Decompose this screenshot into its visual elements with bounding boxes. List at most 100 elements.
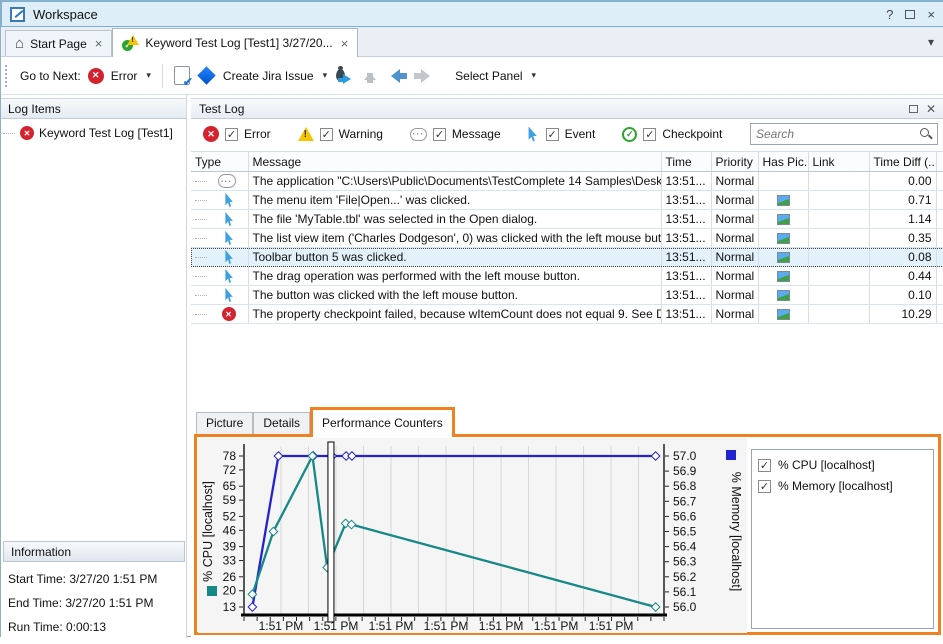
table-row-selected[interactable]: Toolbar button 5 was clicked.13:51...Nor… <box>191 248 943 267</box>
tab-performance-counters[interactable]: Performance Counters <box>310 407 455 437</box>
event-icon <box>225 288 236 302</box>
svg-text:56.1: 56.1 <box>673 585 697 599</box>
forward-arrow-icon[interactable] <box>414 69 437 83</box>
goto-next-label: Go to Next: <box>20 69 81 83</box>
back-arrow-icon[interactable] <box>384 69 407 83</box>
home-icon: ⌂ <box>15 36 24 51</box>
table-row[interactable]: The property checkpoint failed, because … <box>191 305 943 324</box>
col-priority[interactable]: Priority <box>711 152 758 172</box>
col-time-diff[interactable]: Time Diff (... <box>869 152 936 172</box>
event-icon <box>225 193 236 207</box>
table-row[interactable]: The list view item ('Charles Dodgeson', … <box>191 229 943 248</box>
svg-text:1:51 PM: 1:51 PM <box>424 619 469 633</box>
log-items-panel: Log Items ✕ Keyword Test Log [Test1] Inf… <box>1 95 187 638</box>
error-checkbox[interactable] <box>225 128 238 141</box>
col-time[interactable]: Time <box>661 152 711 172</box>
col-has-picture[interactable]: Has Pic... <box>758 152 808 172</box>
log-item-label: Keyword Test Log [Test1] <box>39 126 173 140</box>
svg-text:56.6: 56.6 <box>673 509 697 523</box>
log-item-keyword-test-log[interactable]: ✕ Keyword Test Log [Test1] <box>1 119 186 140</box>
information-panel: Information Start Time: 3/27/20 1:51 PM … <box>1 541 187 644</box>
table-row[interactable]: The drag operation was performed with th… <box>191 267 943 286</box>
table-header-row: Type Message Time Priority Has Pic... Li… <box>191 152 943 172</box>
help-button[interactable]: ? <box>886 8 893 21</box>
select-panel-button[interactable]: Select Panel <box>455 69 522 83</box>
svg-text:56.8: 56.8 <box>673 479 697 493</box>
svg-text:56.0: 56.0 <box>673 600 697 614</box>
panel-maximize-icon[interactable] <box>909 105 918 113</box>
svg-text:65: 65 <box>223 479 237 493</box>
legend-item-memory[interactable]: % Memory [localhost] <box>758 479 927 493</box>
up-level-icon[interactable] <box>363 67 377 85</box>
svg-text:57.0: 57.0 <box>673 449 697 463</box>
svg-text:78: 78 <box>223 449 237 463</box>
tab-start-page-close-icon[interactable]: × <box>95 36 103 51</box>
panel-close-icon[interactable]: ✕ <box>926 102 936 116</box>
svg-text:72: 72 <box>223 463 237 477</box>
detail-tabs: Picture Details Performance Counters <box>191 409 943 434</box>
picture-icon <box>777 252 790 263</box>
svg-text:1:51 PM: 1:51 PM <box>314 619 359 633</box>
event-checkbox[interactable] <box>546 128 559 141</box>
warning-checkbox[interactable] <box>320 128 333 141</box>
log-items-header: Log Items <box>1 98 186 119</box>
filter-checkpoint[interactable]: Checkpoint <box>622 127 722 142</box>
close-button[interactable]: × <box>927 8 935 21</box>
table-row[interactable]: The application "C:\Users\Public\Documen… <box>191 172 943 191</box>
jira-icon[interactable] <box>197 66 215 84</box>
tab-keyword-test-log-close-icon[interactable]: × <box>341 36 349 51</box>
warning-icon <box>298 127 314 141</box>
table-row[interactable]: The button was clicked with the left mou… <box>191 286 943 305</box>
log-search-box[interactable] <box>750 123 938 145</box>
tab-keyword-test-log[interactable]: ✓ Keyword Test Log [Test1] 3/27/20... × <box>112 28 358 57</box>
filter-warning[interactable]: Warning <box>298 127 383 141</box>
legend-item-cpu[interactable]: % CPU [localhost] <box>758 458 927 472</box>
maximize-button[interactable] <box>905 10 915 19</box>
memory-series-checkbox[interactable] <box>758 480 771 493</box>
goto-next-dropdown-icon[interactable]: ▾ <box>146 70 151 81</box>
svg-text:1:51 PM: 1:51 PM <box>369 619 414 633</box>
search-input[interactable] <box>751 127 919 141</box>
picture-icon <box>777 290 790 301</box>
svg-text:56.3: 56.3 <box>673 555 697 569</box>
test-log-panel: Test Log ✕ ✕ Error Warning Message Event <box>191 95 943 638</box>
svg-text:39: 39 <box>223 540 237 554</box>
goto-next-value[interactable]: Error <box>111 69 138 83</box>
tab-list-dropdown-icon[interactable]: ▾ <box>928 35 934 49</box>
event-icon <box>225 269 236 283</box>
run-time: Run Time: 0:00:13 <box>8 620 187 634</box>
filter-error[interactable]: ✕ Error <box>203 126 271 142</box>
cpu-series-checkbox[interactable] <box>758 459 771 472</box>
svg-text:20: 20 <box>223 584 237 598</box>
table-row[interactable]: The menu item 'File|Open...' was clicked… <box>191 191 943 210</box>
checkpoint-checkbox[interactable] <box>643 128 656 141</box>
create-jira-issue-button[interactable]: Create Jira Issue <box>223 69 314 83</box>
details-report-icon[interactable] <box>174 66 190 85</box>
test-log-status-icon: ✓ <box>122 35 139 51</box>
col-link[interactable]: Link <box>808 152 869 172</box>
tab-details[interactable]: Details <box>253 412 310 434</box>
picture-icon <box>777 214 790 225</box>
col-message[interactable]: Message <box>248 152 661 172</box>
message-icon <box>410 128 427 141</box>
table-row[interactable]: The file 'MyTable.tbl' was selected in t… <box>191 210 943 229</box>
report-bug-icon[interactable] <box>334 67 356 85</box>
svg-text:56.7: 56.7 <box>673 494 697 508</box>
svg-text:% Memory [localhost]: % Memory [localhost] <box>729 472 743 591</box>
filter-event[interactable]: Event <box>528 127 596 142</box>
tab-picture[interactable]: Picture <box>196 412 253 434</box>
select-panel-dropdown-icon[interactable]: ▾ <box>532 70 537 81</box>
tree-connector <box>3 133 15 134</box>
checkpoint-icon <box>622 127 637 142</box>
goto-error-icon[interactable]: ✕ <box>88 68 104 84</box>
col-type[interactable]: Type <box>191 152 248 172</box>
tab-start-page[interactable]: ⌂ Start Page × <box>5 30 112 56</box>
toolbar-grip[interactable] <box>5 65 9 87</box>
create-jira-dropdown-icon[interactable]: ▾ <box>323 70 328 81</box>
message-checkbox[interactable] <box>433 128 446 141</box>
end-time: End Time: 3/27/20 1:51 PM <box>8 596 187 610</box>
filter-message[interactable]: Message <box>410 127 501 141</box>
search-icon[interactable] <box>919 127 933 141</box>
svg-text:56.5: 56.5 <box>673 525 697 539</box>
svg-text:56.2: 56.2 <box>673 570 697 584</box>
